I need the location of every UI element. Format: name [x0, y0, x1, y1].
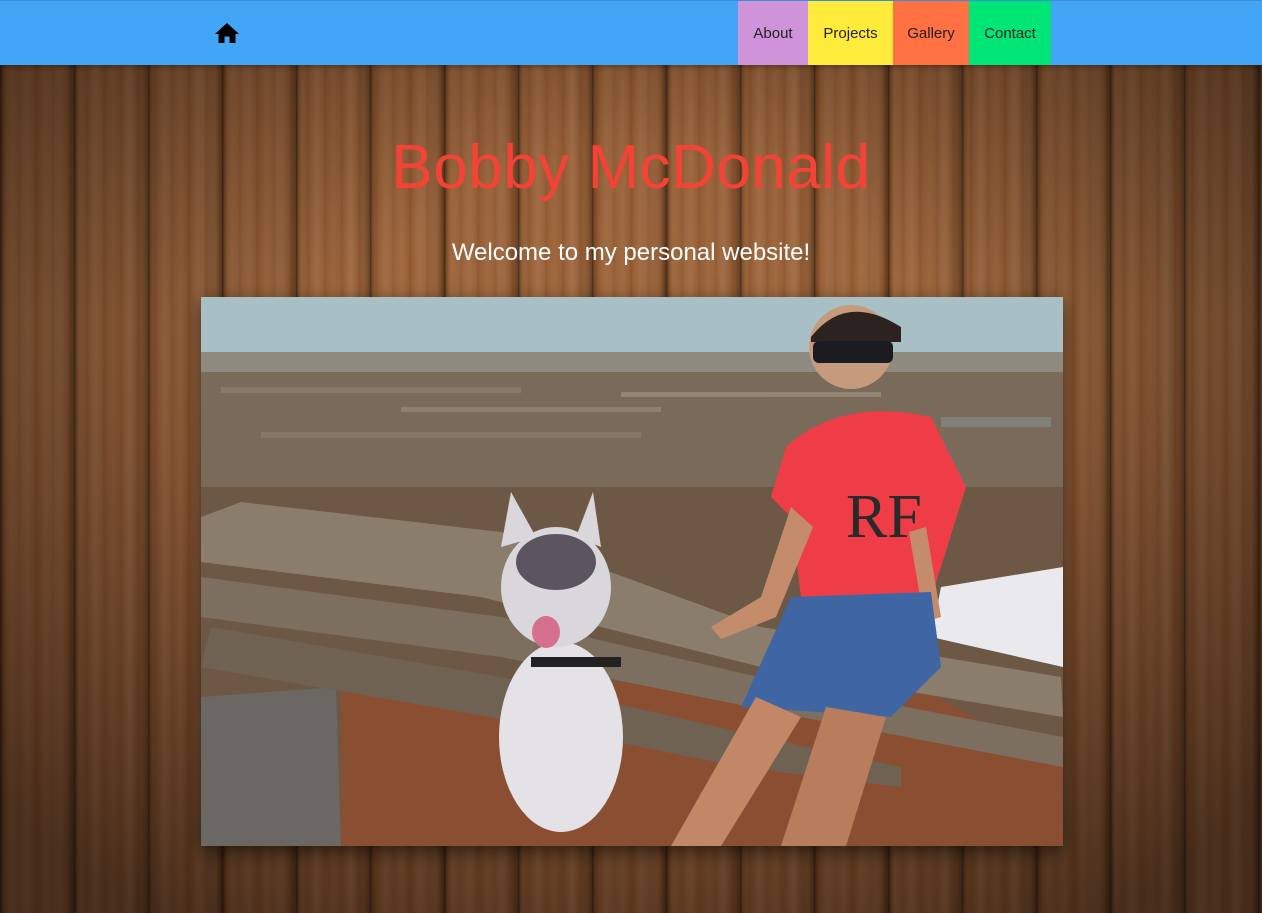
shirt-logo: RF: [846, 483, 922, 551]
home-icon: [214, 23, 239, 43]
nav-item-gallery[interactable]: Gallery: [893, 1, 969, 65]
home-link[interactable]: [213, 21, 240, 45]
navbar: About Projects Gallery Contact: [0, 0, 1262, 65]
nav-item-about[interactable]: About: [738, 1, 808, 65]
hero-photo: RF: [201, 297, 1063, 846]
nav-menu: About Projects Gallery Contact: [738, 1, 1051, 65]
nav-item-projects[interactable]: Projects: [808, 1, 893, 65]
page-subtitle: Welcome to my personal website!: [451, 239, 811, 266]
nav-item-contact[interactable]: Contact: [969, 1, 1051, 65]
page-title: Bobby McDonald: [391, 133, 871, 202]
